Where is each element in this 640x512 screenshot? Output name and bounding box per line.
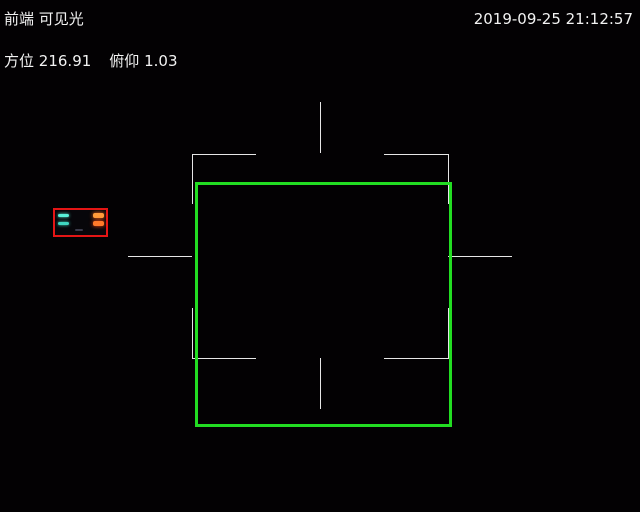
vehicle-plate <box>75 229 83 231</box>
reticle-overlay <box>128 102 512 427</box>
reticle-corner-top-right <box>384 154 449 204</box>
crosshair-reticle-icon <box>128 102 512 409</box>
tracking-box-icon <box>195 182 452 427</box>
vehicle-light-orange-upper <box>93 213 104 218</box>
reticle-corner-bottom-left <box>192 308 256 359</box>
vehicle-light-cyan-upper <box>58 214 69 217</box>
reticle-corner-top-left <box>192 154 256 204</box>
vehicle-light-cyan-lower <box>58 222 69 225</box>
reticle-corner-bottom-right <box>384 308 449 359</box>
camera-view: 前端 可见光 2019-09-25 21:12:57 方位 216.91 俯仰 1… <box>0 0 640 512</box>
vehicle-light-orange-lower <box>93 221 104 226</box>
vehicle-detection-icon <box>53 208 108 237</box>
